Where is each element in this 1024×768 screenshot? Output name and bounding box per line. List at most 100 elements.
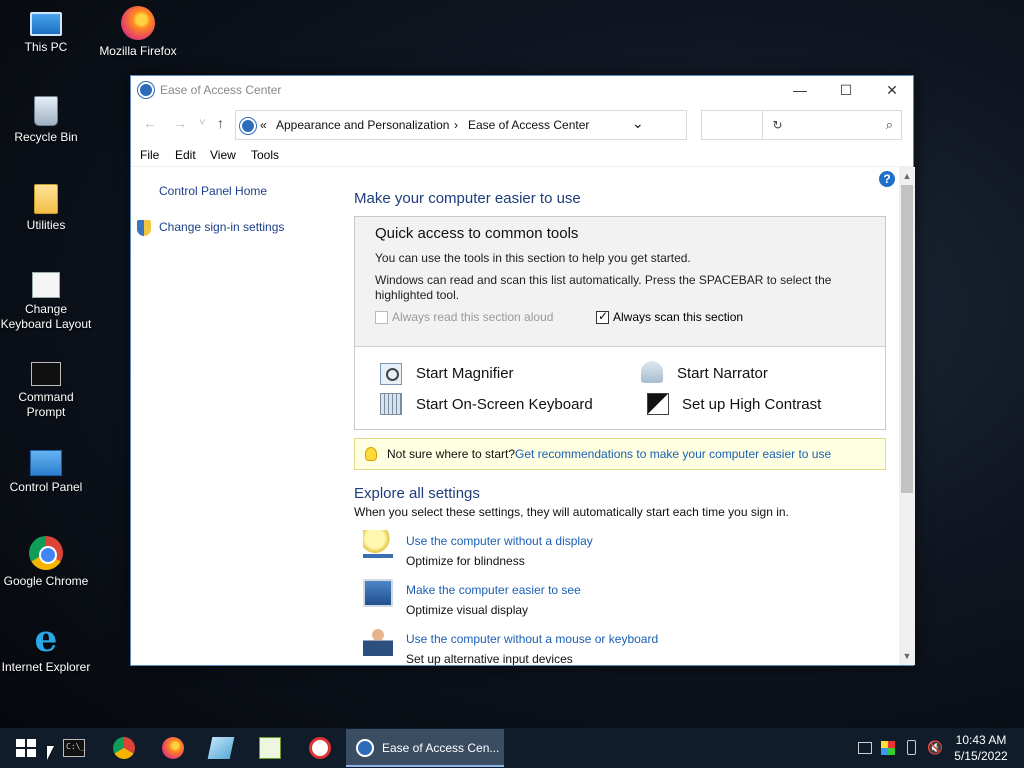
address-bar[interactable]: « Appearance and Personalization › Ease …: [235, 110, 783, 140]
notepad-plus-icon: [259, 737, 281, 759]
monitor-magnifier-icon: [363, 579, 393, 607]
maximize-button[interactable]: ☐: [823, 76, 869, 105]
taskbar-command-prompt[interactable]: C:\_: [52, 728, 96, 768]
mouse-cursor-icon: [47, 746, 54, 760]
desktop-icon-control-panel[interactable]: Control Panel: [0, 450, 92, 495]
quick-access-header: Quick access to common tools You can use…: [355, 217, 885, 347]
taskbar-snipping-tool[interactable]: [298, 728, 342, 768]
lightbulb-icon: [365, 447, 377, 461]
breadcrumb-separator[interactable]: ›: [454, 118, 458, 132]
windows-logo-icon: [16, 739, 36, 757]
desktop-icon-label: Change Keyboard Layout: [0, 302, 92, 331]
desktop-icon-change-keyboard-layout[interactable]: Change Keyboard Layout: [0, 272, 92, 332]
title-bar[interactable]: Ease of Access Center — ☐ ✕: [131, 76, 913, 105]
scissors-icon: [309, 737, 331, 759]
start-button[interactable]: [2, 728, 46, 768]
taskbar-chrome[interactable]: [102, 728, 146, 768]
control-panel-home-link[interactable]: Control Panel Home: [159, 184, 267, 198]
up-button[interactable]: ↑: [217, 115, 224, 131]
chrome-icon: [113, 737, 135, 759]
desktop-icon-this-pc[interactable]: This PC: [0, 6, 92, 55]
easier-to-see-link[interactable]: Make the computer easier to see: [406, 583, 581, 597]
setting-subtitle: Optimize for blindness: [406, 554, 525, 568]
menu-file[interactable]: File: [140, 148, 159, 162]
folder-icon: [34, 184, 58, 214]
start-on-screen-keyboard-button[interactable]: Start On-Screen Keyboard: [416, 396, 593, 413]
set-up-high-contrast-button[interactable]: Set up High Contrast: [682, 396, 821, 413]
clock-time: 10:43 AM: [955, 733, 1007, 747]
checkmark-icon: ✓: [598, 309, 609, 323]
taskbar-window-label: Ease of Access Cen...: [382, 741, 500, 755]
forward-button[interactable]: →: [173, 115, 187, 131]
person-input-icon: [363, 628, 393, 656]
computer-icon: [30, 12, 62, 36]
back-button[interactable]: ←: [143, 115, 157, 131]
scroll-up-arrow[interactable]: ▲: [899, 171, 915, 181]
desktop-icon-label: Utilities: [26, 218, 66, 232]
desktop-icon-google-chrome[interactable]: Google Chrome: [0, 536, 92, 589]
quick-access-intro: You can use the tools in this section to…: [375, 251, 691, 265]
desktop-icon-internet-explorer[interactable]: e Internet Explorer: [0, 618, 92, 675]
recycle-bin-icon: [34, 96, 58, 126]
search-input[interactable]: ⌕: [701, 110, 902, 140]
desktop-icon-label: Control Panel: [9, 480, 83, 494]
high-contrast-icon: [647, 393, 669, 415]
breadcrumb-appearance[interactable]: Appearance and Personalization: [276, 118, 449, 132]
menu-tools[interactable]: Tools: [251, 148, 279, 162]
breadcrumb-chevrons[interactable]: «: [260, 118, 267, 132]
desktop-icon-recycle-bin[interactable]: Recycle Bin: [0, 96, 92, 145]
on-screen-keyboard-icon: [380, 393, 402, 415]
change-sign-in-settings-link[interactable]: Change sign-in settings: [159, 220, 284, 234]
taskbar-ease-of-access[interactable]: Ease of Access Cen...: [346, 729, 504, 767]
setting-subtitle: Optimize visual display: [406, 603, 529, 617]
desktop-icon-label: Recycle Bin: [14, 130, 78, 144]
internet-explorer-icon: e: [34, 618, 58, 660]
tip-text: Not sure where to start?: [387, 447, 516, 461]
taskbar-notepad-app[interactable]: [199, 728, 243, 768]
glass-document-icon: [207, 737, 235, 759]
scan-checkbox[interactable]: ✓: [596, 309, 609, 324]
taskbar-firefox[interactable]: [151, 728, 195, 768]
network-icon[interactable]: [858, 742, 872, 754]
scroll-thumb[interactable]: [901, 185, 913, 493]
start-magnifier-button[interactable]: Start Magnifier: [416, 365, 514, 382]
usb-device-icon[interactable]: [907, 740, 916, 755]
desktop-icon-command-prompt[interactable]: Command Prompt: [0, 362, 92, 420]
minimize-button[interactable]: —: [777, 76, 823, 105]
desktop-icon-utilities[interactable]: Utilities: [0, 184, 92, 233]
control-panel-icon: [240, 118, 256, 134]
desktop-icon-label: Command Prompt: [18, 390, 74, 419]
search-icon: ⌕: [885, 117, 893, 132]
quick-access-heading: Quick access to common tools: [375, 225, 579, 242]
menu-edit[interactable]: Edit: [175, 148, 196, 162]
close-button[interactable]: ✕: [869, 76, 915, 105]
scroll-down-arrow[interactable]: ▼: [899, 651, 915, 661]
vertical-scrollbar[interactable]: ▲ ▼: [899, 167, 915, 665]
address-dropdown-icon[interactable]: ⌄: [632, 115, 644, 132]
desktop-icon-firefox[interactable]: Mozilla Firefox: [92, 6, 184, 59]
read-aloud-checkbox[interactable]: [375, 311, 388, 324]
system-clock[interactable]: 10:43 AM 5/15/2022: [952, 732, 1010, 764]
without-mouse-keyboard-link[interactable]: Use the computer without a mouse or keyb…: [406, 632, 658, 646]
desktop-icon-label: Google Chrome: [3, 574, 89, 588]
desktop-icon-label: Internet Explorer: [1, 660, 91, 674]
chrome-icon: [29, 536, 63, 570]
explore-heading: Explore all settings: [354, 485, 480, 502]
menu-view[interactable]: View: [210, 148, 236, 162]
quick-access-panel: Quick access to common tools You can use…: [354, 216, 886, 430]
main-content: Make your computer easier to use Quick a…: [353, 167, 897, 665]
magnifier-icon: [380, 363, 402, 385]
shield-icon: [137, 220, 151, 236]
taskbar-notepad-plus[interactable]: [248, 728, 292, 768]
recommendations-link[interactable]: Get recommendations to make your compute…: [515, 447, 831, 461]
command-prompt-icon: C:\_: [63, 739, 85, 757]
breadcrumb-ease-of-access[interactable]: Ease of Access Center: [468, 118, 589, 132]
volume-muted-icon[interactable]: 🔇: [927, 740, 943, 756]
ease-of-access-icon: [138, 82, 154, 98]
use-without-display-link[interactable]: Use the computer without a display: [406, 534, 593, 548]
recent-locations-button[interactable]: ˅: [199, 117, 205, 129]
ease-of-access-window: Ease of Access Center — ☐ ✕ ← → ˅ ↑ « Ap…: [130, 75, 915, 666]
start-narrator-button[interactable]: Start Narrator: [677, 365, 768, 382]
color-app-icon[interactable]: [881, 741, 895, 755]
page-title: Make your computer easier to use: [354, 190, 581, 207]
